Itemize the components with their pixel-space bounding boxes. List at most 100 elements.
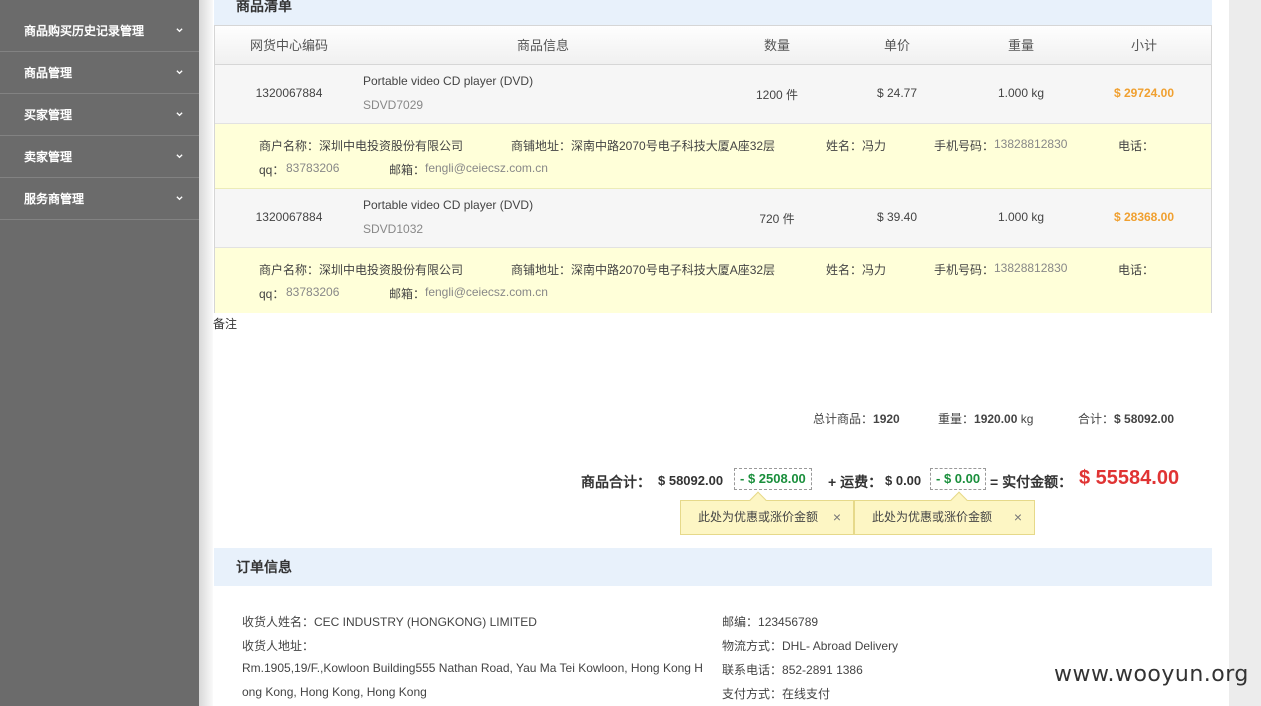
product-qty: 720 件: [759, 212, 795, 226]
product-sku: SDVD1032: [363, 222, 424, 236]
remark-label: 备注: [213, 317, 238, 331]
total-items-label: 总计商品：: [813, 412, 874, 426]
product-weight: 1.000 kg: [997, 86, 1045, 100]
mobile-label: 手机号码：: [934, 139, 995, 153]
mobile-number: 13828812830: [994, 137, 1068, 151]
merchant-name: 商户名称：深圳中电投资股份有限公司: [259, 139, 464, 153]
zip-label: 邮编：: [722, 615, 759, 629]
sidebar-item-label: 商品管理: [24, 66, 73, 80]
weight-unit: kg: [1020, 412, 1034, 426]
goods-section-header: 商品清单: [214, 0, 1212, 25]
product-name[interactable]: Portable video CD player (DVD): [363, 74, 533, 88]
product-name[interactable]: Portable video CD player (DVD): [363, 198, 533, 212]
header-price: 单价: [883, 38, 910, 53]
table-row: 1320067884 Portable video CD player (DVD…: [215, 189, 1211, 248]
shipping-discount-input[interactable]: - $ 0.00: [930, 468, 987, 490]
sidebar-item-label: 卖家管理: [24, 150, 73, 164]
product-price: $ 24.77: [876, 86, 918, 100]
email-address: fengli@ceiecsz.com.cn: [425, 285, 548, 299]
shipping-method: 物流方式：DHL- Abroad Delivery: [722, 637, 898, 654]
summary-total-items: 总计商品：1920: [813, 410, 900, 427]
receiver-name-value: CEC INDUSTRY (HONGKONG) LIMITED: [314, 615, 537, 629]
shipping-value: $ 0.00: [885, 473, 922, 488]
sidebar-item-goods[interactable]: 商品管理: [0, 52, 199, 94]
email-label: 邮箱：: [389, 287, 426, 301]
sidebar-item-sellers[interactable]: 卖家管理: [0, 136, 199, 178]
qq-number: 83783206: [286, 285, 340, 299]
summary-weight: 重量：1920.00 kg: [938, 410, 1033, 427]
chevron-down-icon: [176, 196, 183, 201]
sidebar-item-buyers[interactable]: 买家管理: [0, 94, 199, 136]
discount-tooltip: 此处为优惠或涨价金额 ×: [680, 491, 854, 535]
sum-label: 合计：: [1078, 412, 1115, 426]
product-code: 1320067884: [255, 86, 323, 100]
zip-value: 123456789: [758, 615, 819, 629]
receiver-address-label: 收货人地址：: [242, 639, 315, 653]
watermark: www.wooyun.org: [1054, 662, 1249, 687]
chevron-down-icon: [176, 112, 183, 117]
shipping-discount-tooltip: 此处为优惠或涨价金额 ×: [854, 491, 1035, 535]
product-weight: 1.000 kg: [997, 210, 1045, 224]
sidebar-item-service-providers[interactable]: 服务商管理: [0, 178, 199, 220]
product-subtotal: $ 28368.00: [1113, 210, 1175, 224]
weight-label: 重量：: [938, 412, 975, 426]
header-qty: 数量: [763, 38, 790, 53]
sidebar-item-label: 商品购买历史记录管理: [24, 24, 145, 38]
shop-address: 商铺地址：深南中路2070号电子科技大厦A座32层: [511, 139, 776, 153]
merchant-name: 商户名称：深圳中电投资股份有限公司: [259, 263, 464, 277]
receiver-name: 收货人姓名：CEC INDUSTRY (HONGKONG) LIMITED: [242, 613, 537, 630]
receiver-address-line2: ong Kong, Hong Kong, Hong Kong: [242, 685, 427, 699]
receiver-name-label: 收货人姓名：: [242, 615, 315, 629]
qq-label: qq：: [259, 287, 285, 301]
sidebar-item-purchase-history[interactable]: 商品购买历史记录管理: [0, 10, 199, 52]
receiver-address-line1: Rm.1905,19/F.,Kowloon Building555 Nathan…: [242, 661, 703, 675]
tooltip-text: 此处为优惠或涨价金额: [698, 510, 819, 524]
shipping-method-value: DHL- Abroad Delivery: [782, 639, 899, 653]
phone-label: 电话：: [1118, 263, 1155, 277]
contact-name: 姓名：冯力: [826, 263, 887, 277]
contact-phone-value: 852-2891 1386: [782, 663, 863, 677]
table-row: 1320067884 Portable video CD player (DVD…: [215, 65, 1211, 124]
qq-number: 83783206: [286, 161, 340, 175]
weight-value: 1920.00: [974, 412, 1018, 426]
header-weight: 重量: [1007, 38, 1034, 53]
product-subtotal: $ 29724.00: [1113, 86, 1175, 100]
email-address: fengli@ceiecsz.com.cn: [425, 161, 548, 175]
payment-method-value: 在线支付: [782, 687, 831, 701]
product-sku: SDVD7029: [363, 98, 424, 112]
phone-label: 电话：: [1118, 139, 1155, 153]
goods-table: 网货中心编码 商品信息 数量 单价 重量 小计 1320067884 Porta…: [214, 25, 1212, 313]
header-subtotal: 小计: [1130, 38, 1157, 53]
sidebar-shadow: [199, 0, 213, 706]
section-title: 订单信息: [236, 559, 292, 575]
table-header: 网货中心编码 商品信息 数量 单价 重量 小计: [215, 26, 1211, 65]
payment-method: 支付方式：在线支付: [722, 685, 830, 702]
close-icon[interactable]: ×: [833, 501, 841, 534]
header-code: 网货中心编码: [249, 38, 328, 53]
summary-sum: 合计：$ 58092.00: [1078, 410, 1174, 427]
contact-phone: 联系电话：852-2891 1386: [722, 661, 863, 678]
product-qty: 1200 件: [755, 88, 799, 102]
mobile-number: 13828812830: [994, 261, 1068, 275]
shop-address: 商铺地址：深南中路2070号电子科技大厦A座32层: [511, 263, 776, 277]
total-items-value: 1920: [873, 412, 900, 426]
seller-info-row: 商户名称：深圳中电投资股份有限公司 商铺地址：深南中路2070号电子科技大厦A座…: [215, 124, 1211, 189]
tooltip-arrow: [749, 491, 767, 509]
shipping-method-label: 物流方式：: [722, 639, 783, 653]
mobile-label: 手机号码：: [934, 263, 995, 277]
order-section-header: 订单信息: [214, 548, 1212, 586]
sum-value: $ 58092.00: [1114, 412, 1175, 426]
product-code: 1320067884: [255, 210, 323, 224]
sidebar-item-label: 买家管理: [24, 108, 73, 122]
close-icon[interactable]: ×: [1014, 501, 1022, 534]
discount-input[interactable]: - $ 2508.00: [734, 468, 812, 490]
sidebar: 商品购买历史记录管理 商品管理 买家管理 卖家管理 服务商管理: [0, 0, 199, 706]
scroll-gutter: [1229, 0, 1261, 706]
product-price: $ 39.40: [876, 210, 918, 224]
contact-phone-label: 联系电话：: [722, 663, 783, 677]
email-label: 邮箱：: [389, 163, 426, 177]
header-info: 商品信息: [516, 38, 569, 53]
zip-code: 邮编：123456789: [722, 613, 818, 630]
qq-label: qq：: [259, 163, 285, 177]
sidebar-item-label: 服务商管理: [24, 192, 85, 206]
